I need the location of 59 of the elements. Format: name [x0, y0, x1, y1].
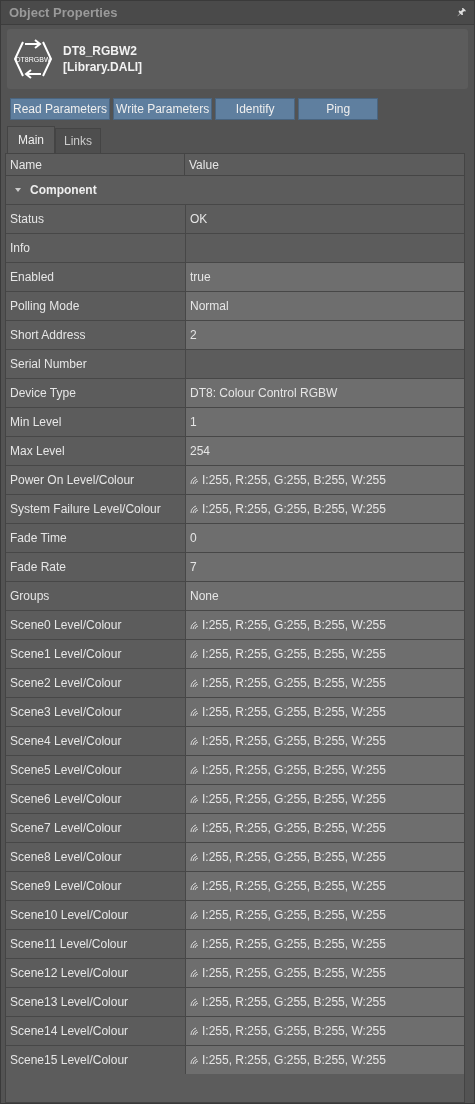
colour-swatch-icon: [190, 504, 199, 514]
colour-swatch-icon: [190, 475, 199, 485]
property-value[interactable]: 7: [186, 553, 464, 581]
panel-title: Object Properties: [9, 5, 118, 20]
column-header: Value: [188, 156, 220, 174]
property-value[interactable]: I:255, R:255, G:255, B:255, W:255: [186, 930, 464, 958]
colour-swatch-icon: [190, 794, 199, 804]
property-value[interactable]: 2: [186, 321, 464, 349]
colour-swatch-icon: [190, 997, 199, 1007]
property-value[interactable]: 0: [186, 524, 464, 552]
property-value[interactable]: I:255, R:255, G:255, B:255, W:255: [186, 814, 464, 842]
property-value[interactable]: I:255, R:255, G:255, B:255, W:255: [186, 1017, 464, 1045]
property-value[interactable]: I:255, R:255, G:255, B:255, W:255: [186, 727, 464, 755]
tab[interactable]: Links: [55, 128, 102, 153]
property-value[interactable]: I:255, R:255, G:255, B:255, W:255: [186, 669, 464, 697]
property-value[interactable]: I:255, R:255, G:255, B:255, W:255: [186, 959, 464, 987]
object-name: DT8_RGBW2: [63, 43, 138, 59]
property-value[interactable]: I:255, R:255, G:255, B:255, W:255: [186, 843, 464, 871]
colour-swatch-icon: [190, 765, 199, 775]
action-button[interactable]: Ping: [298, 98, 379, 120]
colour-swatch-icon: [190, 823, 199, 833]
property-value[interactable]: 254: [186, 437, 464, 465]
property-value[interactable]: I:255, R:255, G:255, B:255, W:255: [186, 611, 464, 639]
property-value[interactable]: I:255, R:255, G:255, B:255, W:255: [186, 1046, 464, 1074]
property-value[interactable]: I:255, R:255, G:255, B:255, W:255: [186, 756, 464, 784]
action-button[interactable]: Write Parameters: [113, 98, 213, 120]
colour-swatch-icon: [190, 707, 199, 717]
colour-swatch-icon: [190, 1026, 199, 1036]
pin-button[interactable]: 🖈: [457, 4, 466, 21]
action-button[interactable]: Read Parameters: [10, 98, 111, 120]
tab[interactable]: Main: [7, 126, 55, 153]
colour-swatch-icon: [190, 910, 199, 920]
property-value[interactable]: I:255, R:255, G:255, B:255, W:255: [186, 466, 464, 494]
property-value[interactable]: I:255, R:255, G:255, B:255, W:255: [186, 872, 464, 900]
property-value[interactable]: 1: [186, 408, 464, 436]
property-value[interactable]: DT8: Colour Control RGBW: [186, 379, 464, 407]
property-value[interactable]: I:255, R:255, G:255, B:255, W:255: [186, 495, 464, 523]
colour-swatch-icon: [190, 939, 199, 949]
property-value[interactable]: None: [186, 582, 464, 610]
property-value[interactable]: I:255, R:255, G:255, B:255, W:255: [186, 785, 464, 813]
colour-swatch-icon: [190, 678, 199, 688]
property-value[interactable]: I:255, R:255, G:255, B:255, W:255: [186, 698, 464, 726]
property-value[interactable]: I:255, R:255, G:255, B:255, W:255: [186, 640, 464, 668]
action-button[interactable]: Identify: [215, 98, 296, 120]
column-header: Name: [6, 154, 185, 175]
colour-swatch-icon: [190, 852, 199, 862]
colour-swatch-icon: [190, 1055, 199, 1065]
colour-swatch-icon: [190, 968, 199, 978]
property-value[interactable]: I:255, R:255, G:255, B:255, W:255: [186, 988, 464, 1016]
colour-swatch-icon: [190, 736, 199, 746]
colour-swatch-icon: [190, 881, 199, 891]
property-value[interactable]: Normal: [186, 292, 464, 320]
property-value[interactable]: true: [186, 263, 464, 291]
colour-swatch-icon: [190, 649, 199, 659]
property-value[interactable]: I:255, R:255, G:255, B:255, W:255: [186, 901, 464, 929]
object-library: [Library.DALI]: [63, 59, 143, 75]
colour-swatch-icon: [190, 620, 199, 630]
caret-icon: [14, 186, 22, 194]
group-toggle[interactable]: Component: [6, 183, 97, 197]
